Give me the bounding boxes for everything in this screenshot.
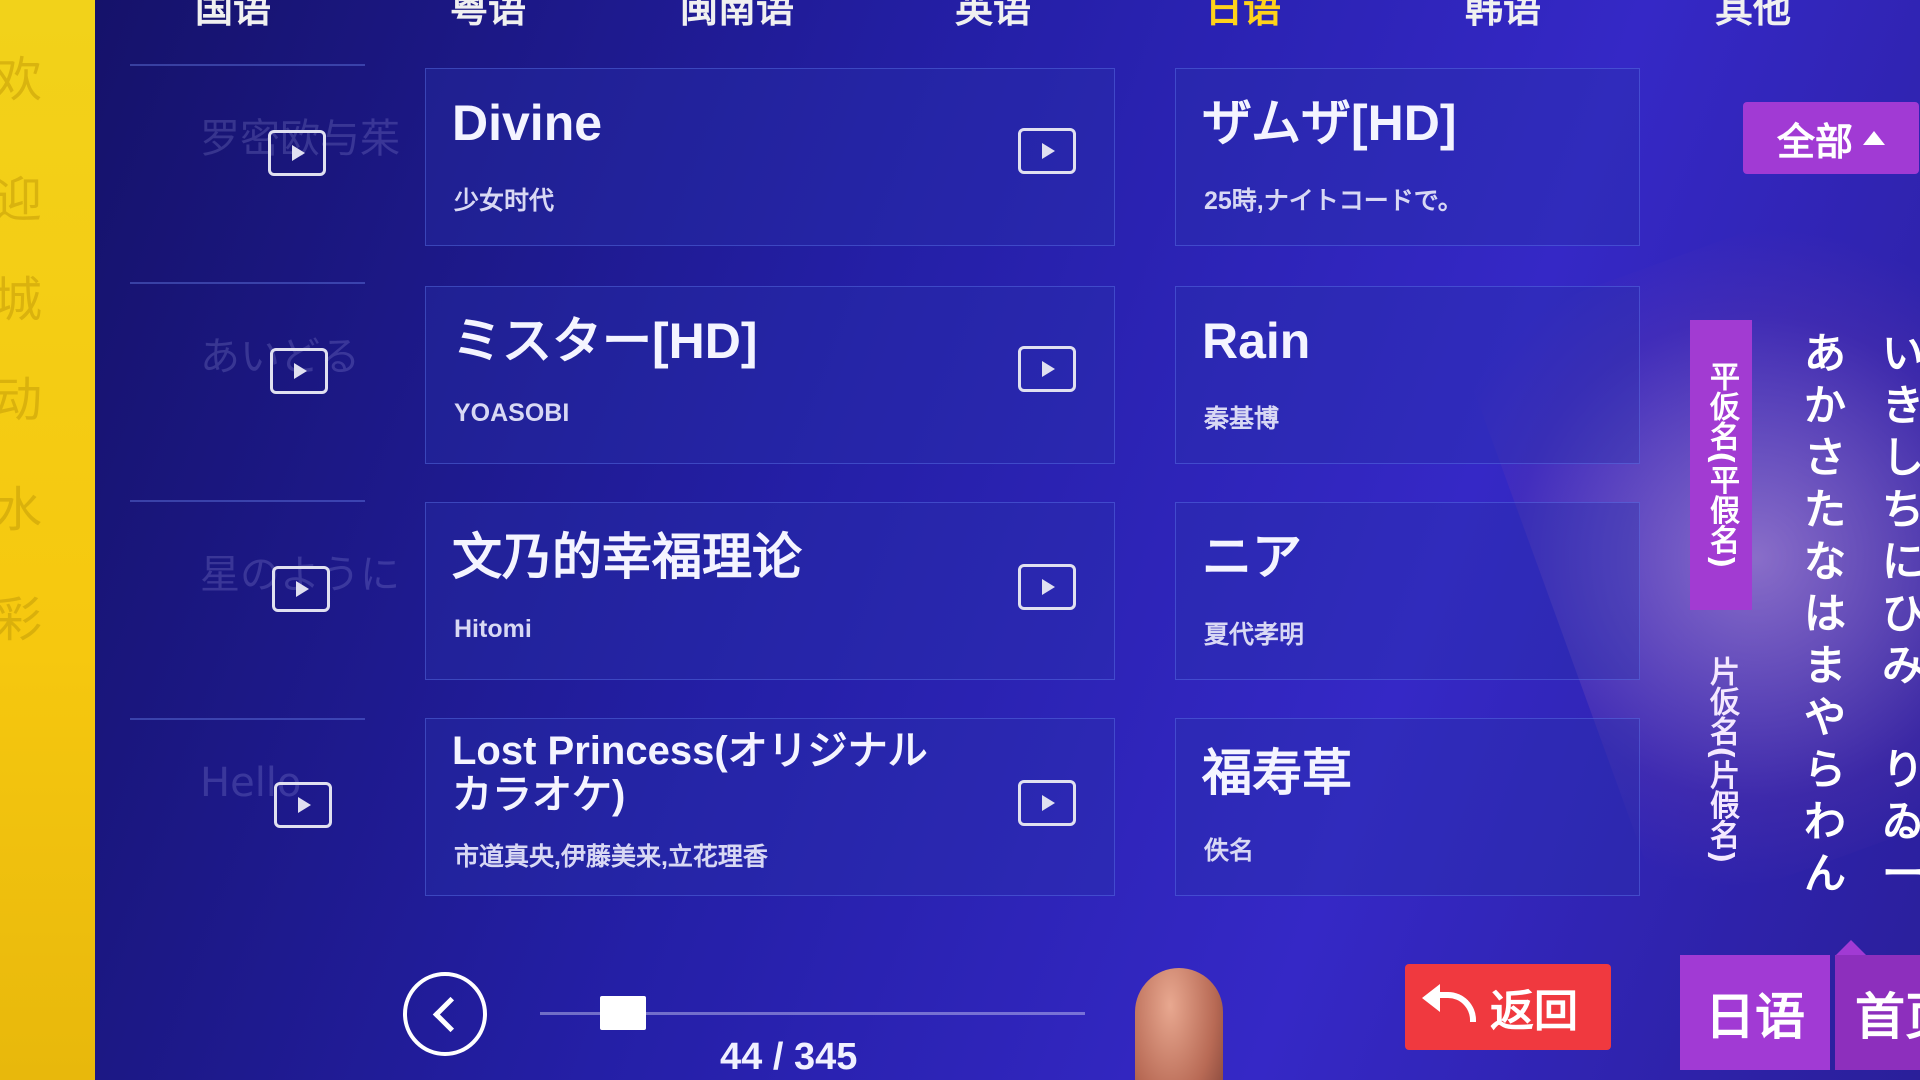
- song-card[interactable]: 文乃的幸福理论 Hitomi: [425, 502, 1115, 680]
- kana-key[interactable]: ゐ: [1882, 798, 1920, 846]
- song-card[interactable]: Lost Princess(オリジナル カラオケ) 市道真央,伊藤美来,立花理香: [425, 718, 1115, 896]
- page-indicator: 44 / 345: [720, 1036, 858, 1078]
- tab-other[interactable]: 其他: [1715, 0, 1791, 33]
- home-button[interactable]: 首页: [1835, 955, 1920, 1070]
- kana-column-a: あ か さ た な は ま や ら わ ん: [1795, 330, 1855, 898]
- song-card[interactable]: ニア 夏代孝明: [1175, 502, 1640, 680]
- left-song-row[interactable]: 星のように: [130, 500, 400, 682]
- kana-key[interactable]: み: [1882, 642, 1920, 690]
- caret-up-icon: [1863, 131, 1885, 145]
- song-title: ニア: [1202, 529, 1302, 585]
- kana-key[interactable]: な: [1804, 538, 1846, 586]
- left-song-row[interactable]: 罗密欧与茱: [130, 64, 400, 246]
- side-panel-strip: 欢 迎 城 动 水 彩: [0, 0, 95, 1080]
- kana-key[interactable]: し: [1882, 434, 1920, 482]
- kana-key[interactable]: ち: [1882, 486, 1920, 534]
- play-icon[interactable]: [1018, 128, 1076, 174]
- play-icon[interactable]: [1018, 346, 1076, 392]
- song-title: 福寿草: [1202, 745, 1352, 801]
- song-artist: 秦基博: [1204, 405, 1280, 433]
- back-arrow-icon: [1422, 984, 1476, 1022]
- kana-column-i: い き し ち に ひ み り ゐ ー: [1873, 330, 1920, 898]
- decorative-char: 水: [0, 482, 43, 538]
- decorative-char: 彩: [0, 592, 43, 648]
- kana-key[interactable]: わ: [1804, 798, 1846, 846]
- kana-key[interactable]: は: [1804, 590, 1846, 638]
- kana-key[interactable]: あ: [1804, 330, 1846, 378]
- kana-key[interactable]: き: [1882, 382, 1920, 430]
- tab-mandarin[interactable]: 国语: [195, 0, 271, 33]
- user-finger: [1135, 968, 1223, 1080]
- kana-key[interactable]: ら: [1804, 746, 1846, 794]
- song-artist: 少女时代: [454, 187, 555, 215]
- song-card[interactable]: Rain 秦基博: [1175, 286, 1640, 464]
- back-button[interactable]: 返回: [1405, 964, 1611, 1050]
- kana-key[interactable]: に: [1882, 538, 1920, 586]
- song-title: ザムザ[HD]: [1202, 95, 1457, 151]
- kana-key[interactable]: り: [1882, 746, 1920, 794]
- all-filter-button[interactable]: 全部: [1743, 102, 1919, 174]
- song-artist: YOASOBI: [454, 399, 570, 427]
- language-tabs: 国语 粤语 闽南语 英语 日语 韩语 其他: [95, 0, 1920, 31]
- song-artist: 夏代孝明: [1204, 621, 1305, 649]
- left-song-row[interactable]: Hello: [130, 718, 365, 900]
- tab-korean[interactable]: 韩语: [1465, 0, 1541, 33]
- song-artist: 25時,ナイトコードで。: [1204, 187, 1463, 215]
- tab-cantonese[interactable]: 粤语: [450, 0, 526, 33]
- play-icon[interactable]: [274, 782, 332, 828]
- left-song-row[interactable]: あいどる: [130, 282, 365, 464]
- decorative-char: 迎: [0, 172, 43, 228]
- previous-page-button[interactable]: [403, 972, 487, 1056]
- decorative-char: 欢: [0, 52, 43, 108]
- play-icon[interactable]: [270, 348, 328, 394]
- song-title: Divine: [452, 95, 603, 151]
- all-filter-label: 全部: [1776, 119, 1853, 164]
- song-artist: Hitomi: [454, 615, 532, 643]
- song-title: Rain: [1202, 313, 1311, 369]
- song-title: 文乃的幸福理论: [452, 529, 802, 585]
- song-card[interactable]: 福寿草 佚名: [1175, 718, 1640, 896]
- song-title: ミスター[HD]: [452, 313, 758, 369]
- song-card[interactable]: ザムザ[HD] 25時,ナイトコードで。: [1175, 68, 1640, 246]
- kana-key[interactable]: ま: [1804, 642, 1846, 690]
- lang-pointer-icon: [1835, 940, 1867, 956]
- chevron-left-icon: [432, 996, 468, 1032]
- back-button-label: 返回: [1490, 986, 1578, 1037]
- tab-japanese[interactable]: 日语: [1205, 0, 1281, 33]
- katakana-tab[interactable]: 片仮名(片假名): [1690, 630, 1752, 890]
- song-card[interactable]: Divine 少女时代: [425, 68, 1115, 246]
- kana-key[interactable]: い: [1882, 330, 1920, 378]
- kana-key[interactable]: ー: [1882, 850, 1920, 898]
- song-card[interactable]: ミスター[HD] YOASOBI: [425, 286, 1115, 464]
- page-slider-thumb[interactable]: [600, 996, 646, 1030]
- play-icon[interactable]: [268, 130, 326, 176]
- current-language-button[interactable]: 日语: [1680, 955, 1830, 1070]
- tab-hokkien[interactable]: 闽南语: [680, 0, 794, 33]
- song-artist: 佚名: [1204, 837, 1255, 865]
- hiragana-tab[interactable]: 平仮名(平假名): [1690, 320, 1752, 610]
- kana-key[interactable]: ん: [1804, 850, 1846, 898]
- play-icon[interactable]: [272, 566, 330, 612]
- play-icon[interactable]: [1018, 564, 1076, 610]
- tab-english[interactable]: 英语: [955, 0, 1031, 33]
- play-icon[interactable]: [1018, 780, 1076, 826]
- kana-key[interactable]: ひ: [1882, 590, 1920, 638]
- song-artist: 市道真央,伊藤美来,立花理香: [454, 843, 768, 871]
- decorative-char: 城: [0, 272, 43, 328]
- kana-key[interactable]: か: [1804, 382, 1846, 430]
- decorative-char: 动: [0, 372, 43, 428]
- kana-key[interactable]: や: [1804, 694, 1846, 742]
- song-browser-screen: 国语 粤语 闽南语 英语 日语 韩语 其他 罗密欧与茱 あいどる 星のように H…: [95, 0, 1920, 1080]
- kana-key[interactable]: さ: [1804, 434, 1846, 482]
- song-title: Lost Princess(オリジナル カラオケ): [452, 729, 928, 817]
- kana-key[interactable]: た: [1804, 486, 1846, 534]
